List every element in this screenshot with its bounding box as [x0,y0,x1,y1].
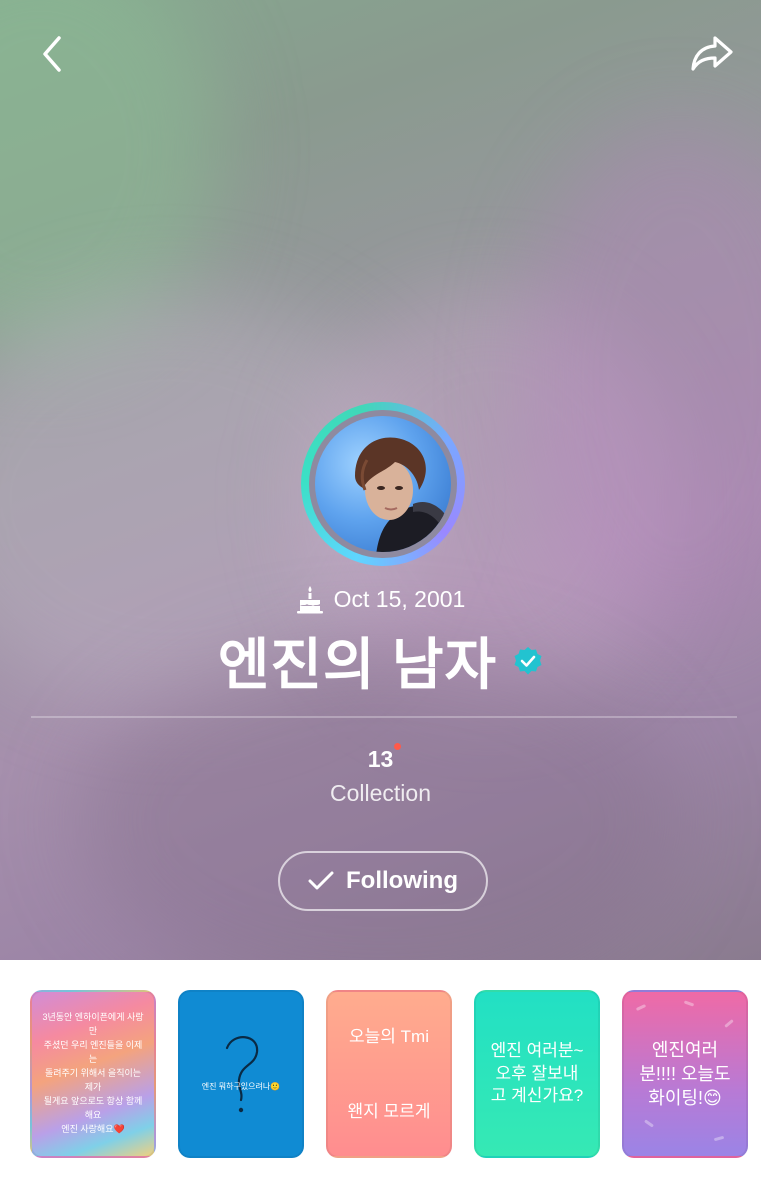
collection-card-text: 엔진 뭐하구있으려나🙂 [201,1081,281,1091]
share-forward-icon [691,36,733,71]
profile-name: 엔진의 남자 [217,633,498,696]
profile-name-row: 엔진의 남자 [0,620,761,701]
divider [31,716,737,718]
collection-card-text: 3년동안 엔하이픈에게 사랑만 주셨던 우리 엔진들을 이제는 돌려주기 위해서… [42,1012,144,1134]
collection-card-text: 엔진여러 분!!!! 오늘도 화이팅!😊 [639,1039,731,1109]
question-mark-doodle-icon [225,1036,259,1113]
chevron-left-icon [43,36,61,72]
collection-card-text: 엔진 여러분~ 오후 잘보내 고 계신가요? [490,1040,584,1106]
collection-card[interactable]: 오늘의 Tmi 왠지 모르게 [326,990,452,1158]
profile-hero-background: Oct 15, 2001 엔진의 남자 13 Collection Follow… [0,0,761,960]
collection-card[interactable]: 엔진여러 분!!!! 오늘도 화이팅!😊 [622,990,748,1158]
avatar [315,416,451,552]
collection-card[interactable]: 엔진 뭐하구있으려나🙂 [178,990,304,1158]
collection-count[interactable]: 13 [368,743,402,773]
share-button[interactable] [688,30,736,78]
collection-card[interactable]: 엔진 여러분~ 오후 잘보내 고 계신가요? [474,990,600,1158]
checkmark-icon [308,871,334,890]
collection-card[interactable]: 3년동안 엔하이픈에게 사랑만 주셨던 우리 엔진들을 이제는 돌려주기 위해서… [30,990,156,1158]
following-button[interactable]: Following [278,851,488,911]
birthday-row: Oct 15, 2001 [0,584,761,614]
back-button[interactable] [28,30,76,78]
avatar-ring[interactable] [301,402,465,566]
following-label: Following [346,867,458,894]
collection-label[interactable]: Collection [0,780,761,807]
verified-badge-icon [514,646,542,674]
collection-card-text: 오늘의 Tmi 왠지 모르게 [347,1026,431,1121]
birthday-cake-icon [296,586,323,614]
avatar-portrait-image [355,437,451,552]
birthday-text: Oct 15, 2001 [333,585,466,612]
notification-dot [394,743,402,750]
